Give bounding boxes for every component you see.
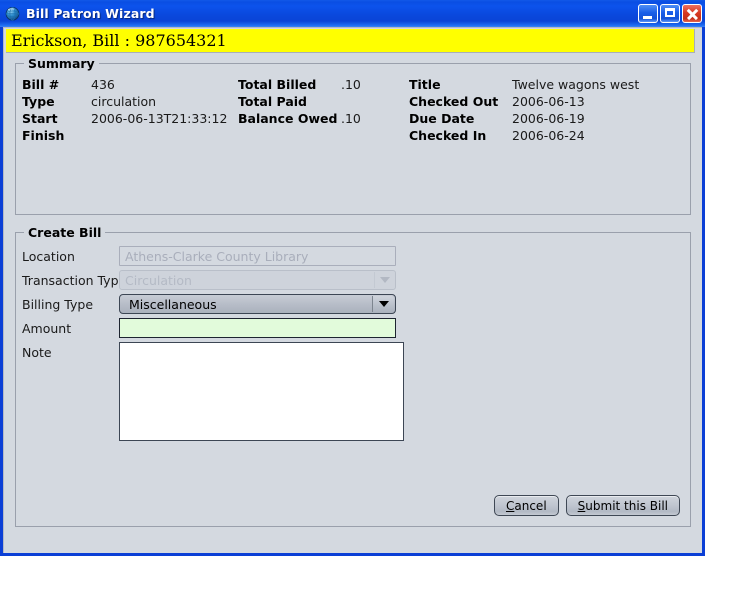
- summary-label-title: Title: [409, 77, 512, 92]
- billing-type-label: Billing Type: [22, 294, 119, 312]
- note-textarea[interactable]: [119, 342, 404, 441]
- summary-label-total-paid: Total Paid: [238, 94, 341, 109]
- form-row-amount: Amount: [22, 318, 687, 340]
- cancel-label-rest: ancel: [514, 499, 546, 513]
- summary-label-finish: Finish: [22, 128, 91, 143]
- summary-left-column: Bill # 436 Type circulation Start 2006-0…: [22, 77, 227, 145]
- close-button[interactable]: [682, 4, 702, 23]
- summary-value-total-billed: .10: [341, 77, 361, 92]
- summary-value-start: 2006-06-13T21:33:12: [91, 111, 227, 126]
- summary-row-checked-in: Checked In 2006-06-24: [409, 128, 639, 145]
- summary-middle-column: Total Billed .10 Total Paid Balance Owed…: [238, 77, 361, 128]
- summary-row-finish: Finish: [22, 128, 227, 145]
- chevron-down-icon-disabled: [374, 272, 394, 288]
- dialog-button-row: Cancel Submit this Bill: [494, 495, 680, 516]
- summary-value-bill-number: 436: [91, 77, 115, 92]
- summary-label-checked-in: Checked In: [409, 128, 512, 143]
- form-row-note: Note: [22, 342, 687, 438]
- summary-label-type: Type: [22, 94, 91, 109]
- maximize-button[interactable]: [660, 4, 680, 23]
- summary-value-balance-owed: .10: [341, 111, 361, 126]
- minimize-button[interactable]: [638, 4, 658, 23]
- summary-label-checked-out: Checked Out: [409, 94, 512, 109]
- titlebar-left-group: Bill Patron Wizard: [5, 0, 155, 27]
- summary-value-checked-out: 2006-06-13: [512, 94, 585, 109]
- summary-value-checked-in: 2006-06-24: [512, 128, 585, 143]
- summary-row-type: Type circulation: [22, 94, 227, 111]
- summary-row-start: Start 2006-06-13T21:33:12: [22, 111, 227, 128]
- summary-value-due-date: 2006-06-19: [512, 111, 585, 126]
- form-row-location: Location Athens-Clarke County Library: [22, 246, 687, 268]
- transaction-type-dropdown: Circulation: [119, 270, 396, 290]
- submit-mnemonic: S: [578, 499, 586, 513]
- summary-groupbox: Summary Bill # 436 Type circulation Star…: [15, 63, 691, 215]
- chevron-down-icon[interactable]: [372, 296, 394, 312]
- form-row-transaction-type: Transaction Type Circulation: [22, 270, 687, 292]
- summary-row-balance-owed: Balance Owed .10: [238, 111, 361, 128]
- submit-label-rest: ubmit this Bill: [585, 499, 668, 513]
- summary-row-due-date: Due Date 2006-06-19: [409, 111, 639, 128]
- location-label: Location: [22, 246, 119, 264]
- summary-value-title: Twelve wagons west: [512, 77, 639, 92]
- summary-row-checked-out: Checked Out 2006-06-13: [409, 94, 639, 111]
- create-bill-groupbox: Create Bill Location Athens-Clarke Count…: [15, 232, 691, 527]
- note-label: Note: [22, 342, 119, 360]
- form-row-billing-type: Billing Type Miscellaneous: [22, 294, 687, 316]
- submit-this-bill-button[interactable]: Submit this Bill: [566, 495, 680, 516]
- bill-patron-wizard-window: Bill Patron Wizard Erickson, Bill : 9876…: [0, 0, 705, 556]
- amount-label: Amount: [22, 318, 119, 336]
- summary-row-bill-number: Bill # 436: [22, 77, 227, 94]
- location-value: Athens-Clarke County Library: [125, 249, 308, 264]
- window-controls: [638, 4, 702, 23]
- cancel-mnemonic: C: [506, 499, 514, 513]
- create-bill-group-title: Create Bill: [24, 225, 105, 240]
- transaction-type-label: Transaction Type: [22, 270, 119, 288]
- billing-type-value: Miscellaneous: [129, 297, 217, 312]
- patron-banner: Erickson, Bill : 987654321: [6, 29, 695, 53]
- summary-row-total-billed: Total Billed .10: [238, 77, 361, 94]
- billing-type-dropdown[interactable]: Miscellaneous: [119, 294, 396, 314]
- summary-group-title: Summary: [24, 56, 99, 71]
- patron-name-and-barcode: Erickson, Bill : 987654321: [6, 31, 227, 50]
- summary-label-total-billed: Total Billed: [238, 77, 341, 92]
- window-titlebar[interactable]: Bill Patron Wizard: [0, 0, 705, 27]
- globe-icon: [5, 6, 20, 21]
- window-client-area: Erickson, Bill : 987654321 Summary Bill …: [3, 27, 702, 553]
- summary-label-balance-owed: Balance Owed: [238, 111, 341, 126]
- summary-label-bill-number: Bill #: [22, 77, 91, 92]
- transaction-type-value: Circulation: [125, 273, 192, 288]
- location-field: Athens-Clarke County Library: [119, 246, 396, 266]
- cancel-button[interactable]: Cancel: [494, 495, 559, 516]
- summary-label-due-date: Due Date: [409, 111, 512, 126]
- window-title: Bill Patron Wizard: [26, 6, 155, 21]
- summary-value-type: circulation: [91, 94, 156, 109]
- amount-input[interactable]: [119, 318, 396, 338]
- summary-right-column: Title Twelve wagons west Checked Out 200…: [409, 77, 639, 145]
- summary-row-title: Title Twelve wagons west: [409, 77, 639, 94]
- summary-label-start: Start: [22, 111, 91, 126]
- summary-row-total-paid: Total Paid: [238, 94, 361, 111]
